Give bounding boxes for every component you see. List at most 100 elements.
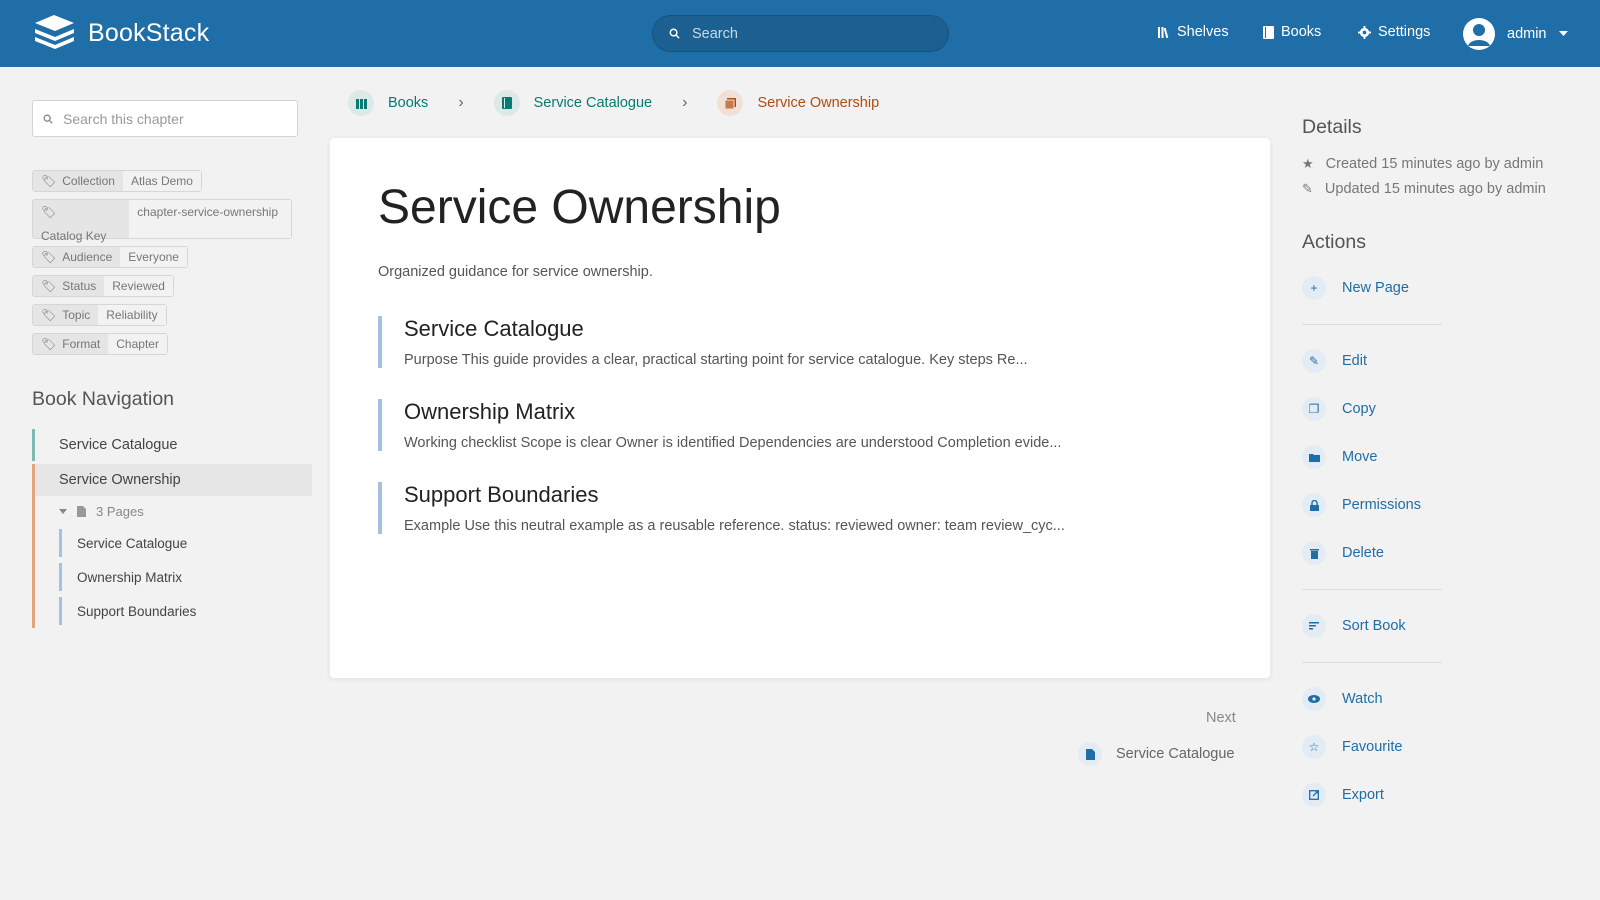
favourite-label: Favourite bbox=[1342, 739, 1403, 755]
global-search[interactable] bbox=[652, 15, 949, 52]
breadcrumb-chapter[interactable]: Service Ownership bbox=[717, 90, 879, 116]
tag-name: Status bbox=[62, 279, 97, 293]
page-entry[interactable]: Ownership Matrix Working checklist Scope… bbox=[378, 399, 1078, 451]
chevron-right-icon: › bbox=[682, 94, 688, 111]
page-icon bbox=[77, 505, 86, 517]
tag[interactable]: 🏷 Catalog Key chapter-service-ownership bbox=[32, 199, 292, 243]
book-nav-chapter-label: Service Ownership bbox=[59, 472, 181, 488]
edit-button[interactable]: ✎ Edit bbox=[1302, 337, 1582, 385]
actions-list: + New Page ✎ Edit ❐ Copy Move Permission… bbox=[1302, 264, 1582, 819]
breadcrumb-book-label: Service Catalogue bbox=[533, 95, 653, 111]
top-header: BookStack Shelves Books Settings admin bbox=[0, 0, 1600, 67]
permissions-button[interactable]: Permissions bbox=[1302, 481, 1582, 529]
next-page-title: Service Catalogue bbox=[1116, 746, 1235, 762]
book-nav-chapter-service-ownership: Service Ownership 3 Pages Service Catalo… bbox=[32, 464, 312, 628]
sort-book-button[interactable]: Sort Book bbox=[1302, 602, 1582, 650]
tag-name: Topic bbox=[62, 308, 91, 322]
breadcrumb-book[interactable]: Service Catalogue bbox=[493, 90, 653, 116]
tag[interactable]: 🏷 Topic Reliability bbox=[32, 304, 167, 326]
nav-books[interactable]: Books bbox=[1263, 24, 1321, 40]
sort-icon bbox=[1302, 614, 1326, 638]
watch-label: Watch bbox=[1342, 691, 1383, 707]
next-page-link[interactable]: Service Catalogue bbox=[1078, 742, 1235, 766]
tag-value: chapter-service-ownership bbox=[129, 200, 291, 238]
page-entry-excerpt: Purpose This guide provides a clear, pra… bbox=[404, 352, 1028, 368]
page-entry[interactable]: Service Catalogue Purpose This guide pro… bbox=[378, 316, 1078, 368]
pages-toggle-label: 3 Pages bbox=[96, 503, 144, 519]
user-avatar-icon bbox=[1468, 24, 1490, 46]
watch-button[interactable]: Watch bbox=[1302, 675, 1582, 723]
nav-shelves-label: Shelves bbox=[1177, 24, 1229, 40]
delete-button[interactable]: Delete bbox=[1302, 529, 1582, 577]
tag[interactable]: 🏷 Audience Everyone bbox=[32, 246, 188, 268]
export-button[interactable]: Export bbox=[1302, 771, 1582, 819]
pencil-icon: ✎ bbox=[1302, 349, 1326, 373]
created-text: Created 15 minutes ago by admin bbox=[1325, 155, 1544, 172]
breadcrumb-books[interactable]: Books bbox=[348, 90, 428, 116]
tag-icon: 🏷 bbox=[41, 279, 57, 293]
book-nav-page[interactable]: Ownership Matrix bbox=[59, 560, 312, 594]
app-logo[interactable]: BookStack bbox=[33, 14, 209, 52]
tag-icon: 🏷 bbox=[41, 250, 57, 264]
page-entry[interactable]: Support Boundaries Example Use this neut… bbox=[378, 482, 1078, 534]
tag[interactable]: 🏷 Collection Atlas Demo bbox=[32, 170, 202, 192]
user-menu[interactable]: admin bbox=[1463, 18, 1568, 50]
global-search-input[interactable] bbox=[692, 25, 912, 42]
tag-value: Everyone bbox=[120, 247, 187, 267]
delete-label: Delete bbox=[1342, 545, 1384, 561]
updated-info: ✎ Updated 15 minutes ago by admin bbox=[1302, 176, 1582, 201]
book-nav-chapter-label: Service Catalogue bbox=[59, 437, 178, 453]
tag-name: Format bbox=[62, 337, 101, 351]
chapter-search-input[interactable] bbox=[63, 110, 283, 127]
user-name: admin bbox=[1507, 26, 1547, 42]
actions-title: Actions bbox=[1302, 231, 1366, 253]
page-icon bbox=[1078, 742, 1102, 766]
move-button[interactable]: Move bbox=[1302, 433, 1582, 481]
page-entry-title: Ownership Matrix bbox=[404, 399, 576, 424]
favourite-button[interactable]: ☆ Favourite bbox=[1302, 723, 1582, 771]
divider bbox=[1302, 662, 1442, 663]
caret-down-icon bbox=[1558, 31, 1568, 36]
book-nav-chapter-service-catalogue[interactable]: Service Catalogue bbox=[32, 429, 312, 461]
tag-value: Reviewed bbox=[104, 276, 173, 296]
tag-icon: 🏷 bbox=[41, 337, 57, 351]
tag-name: Collection bbox=[62, 174, 115, 188]
nav-shelves[interactable]: Shelves bbox=[1158, 24, 1229, 40]
tag-name: Audience bbox=[62, 250, 113, 264]
nav-settings[interactable]: Settings bbox=[1358, 24, 1430, 40]
breadcrumb: Books › Service Catalogue › Service Owne… bbox=[348, 90, 879, 116]
book-nav-active-chapter[interactable]: Service Ownership bbox=[35, 464, 312, 496]
pages-toggle[interactable]: 3 Pages bbox=[59, 496, 312, 526]
page-entry-excerpt: Example Use this neutral example as a re… bbox=[404, 518, 1065, 534]
tag[interactable]: 🏷 Format Chapter bbox=[32, 333, 168, 355]
page-entry-excerpt: Working checklist Scope is clear Owner i… bbox=[404, 435, 1062, 451]
tag-value: Atlas Demo bbox=[122, 171, 201, 191]
avatar bbox=[1463, 18, 1495, 50]
book-nav-page[interactable]: Support Boundaries bbox=[59, 594, 312, 628]
caret-down-icon bbox=[59, 508, 67, 514]
book-nav-page[interactable]: Service Catalogue bbox=[59, 526, 312, 560]
export-label: Export bbox=[1342, 787, 1384, 803]
trash-icon bbox=[1302, 541, 1326, 565]
copy-icon: ❐ bbox=[1302, 397, 1326, 421]
next-label: Next bbox=[1206, 710, 1236, 726]
tag-icon: 🏷 bbox=[41, 205, 57, 219]
tag[interactable]: 🏷 Status Reviewed bbox=[32, 275, 174, 297]
star-outline-icon: ☆ bbox=[1302, 735, 1326, 759]
breadcrumb-books-label: Books bbox=[388, 95, 429, 111]
right-sidebar: Details ★ Created 15 minutes ago by admi… bbox=[1302, 116, 1582, 819]
chapter-search[interactable] bbox=[32, 100, 298, 137]
divider bbox=[1302, 324, 1442, 325]
breadcrumb-chapter-label: Service Ownership bbox=[757, 95, 880, 111]
details-title: Details bbox=[1302, 116, 1362, 138]
tag-name: Catalog Key bbox=[41, 229, 107, 243]
edit-label: Edit bbox=[1342, 353, 1367, 369]
book-icon bbox=[493, 90, 520, 116]
export-icon bbox=[1302, 783, 1326, 807]
chapter-content-card: Service Ownership Organized guidance for… bbox=[330, 138, 1270, 678]
permissions-label: Permissions bbox=[1342, 497, 1421, 513]
new-page-button[interactable]: + New Page bbox=[1302, 264, 1582, 312]
book-nav-pages: 3 Pages Service Catalogue Ownership Matr… bbox=[35, 496, 312, 628]
copy-button[interactable]: ❐ Copy bbox=[1302, 385, 1582, 433]
tag-icon: 🏷 bbox=[41, 174, 57, 188]
